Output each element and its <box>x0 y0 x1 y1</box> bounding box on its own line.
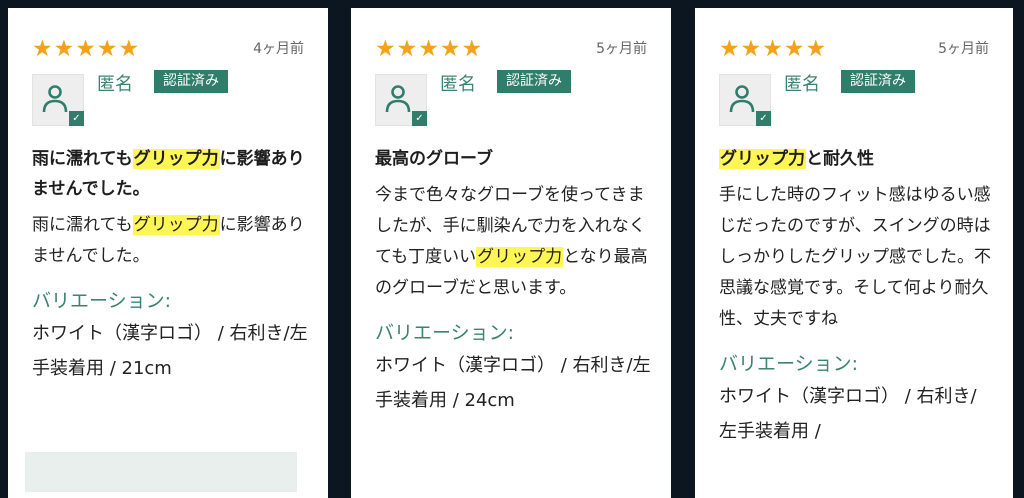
user-avatar-icon: ✓ <box>32 74 84 126</box>
highlight-keyword: グリップ力 <box>476 247 564 267</box>
user-avatar-icon: ✓ <box>719 74 771 126</box>
verified-check-icon: ✓ <box>412 111 427 126</box>
star-rating: ★★★★★ <box>375 36 484 62</box>
review-card: ★★★★★ 5ヶ月前 ✓ 匿名 認証済み グリップ力と耐久性 手にした時のフィッ… <box>695 8 1013 498</box>
user-avatar-icon: ✓ <box>375 74 427 126</box>
highlight-keyword: グリップ力 <box>719 149 806 169</box>
verified-badge: 認証済み <box>497 70 571 93</box>
review-body: 雨に濡れてもグリップ力に影響ありませんでした。 <box>32 210 308 272</box>
variation-value: ホワイト（漢字ロゴ） / 右利き/左手装着用 / <box>719 386 977 442</box>
more-button[interactable] <box>25 452 297 492</box>
highlight-keyword: グリップ力 <box>132 149 220 169</box>
variation-value: ホワイト（漢字ロゴ） / 右利き/左手装着用 / 24cm <box>375 355 651 411</box>
verified-check-icon: ✓ <box>69 111 84 126</box>
verified-check-icon: ✓ <box>756 111 771 126</box>
review-body-text: 雨に濡れても <box>32 215 133 235</box>
variation-label: バリエーション: <box>375 322 515 344</box>
variation-label: バリエーション: <box>32 290 172 312</box>
review-card: ★★★★★ 4ヶ月前 ✓ 匿名 認証済み 雨に濡れてもグリップ力に影響ありません… <box>8 8 328 498</box>
star-rating: ★★★★★ <box>719 36 828 62</box>
review-card: ★★★★★ 5ヶ月前 ✓ 匿名 認証済み 最高のグローブ 今まで色々なグローブを… <box>351 8 671 498</box>
star-rating: ★★★★★ <box>32 36 141 62</box>
verified-badge: 認証済み <box>154 70 228 93</box>
variation-value: ホワイト（漢字ロゴ） / 右利き/左手装着用 / 21cm <box>32 323 308 379</box>
review-title: 雨に濡れてもグリップ力に影響ありませんでした。 <box>32 144 308 204</box>
variation-label: バリエーション: <box>719 353 859 375</box>
highlight-keyword: グリップ力 <box>132 215 220 235</box>
review-body: 今まで色々なグローブを使ってきましたが、手に馴染んで力を入れなくても丁度いいグリ… <box>375 180 651 304</box>
review-date: 5ヶ月前 <box>938 41 989 57</box>
review-date: 4ヶ月前 <box>253 41 304 57</box>
reviewer-name: 匿名 <box>784 74 820 95</box>
reviewer-name: 匿名 <box>97 74 133 95</box>
verified-badge: 認証済み <box>841 70 915 93</box>
review-title: 最高のグローブ <box>375 149 493 169</box>
review-title-text: 雨に濡れても <box>32 149 133 169</box>
reviewer-name: 匿名 <box>440 74 476 95</box>
review-title-text: と耐久性 <box>806 149 874 169</box>
review-title: グリップ力と耐久性 <box>719 144 993 174</box>
review-body: 手にした時のフィット感はゆるい感じだったのですが、スイングの時はしっかりしたグリ… <box>719 185 991 329</box>
review-date: 5ヶ月前 <box>596 41 647 57</box>
